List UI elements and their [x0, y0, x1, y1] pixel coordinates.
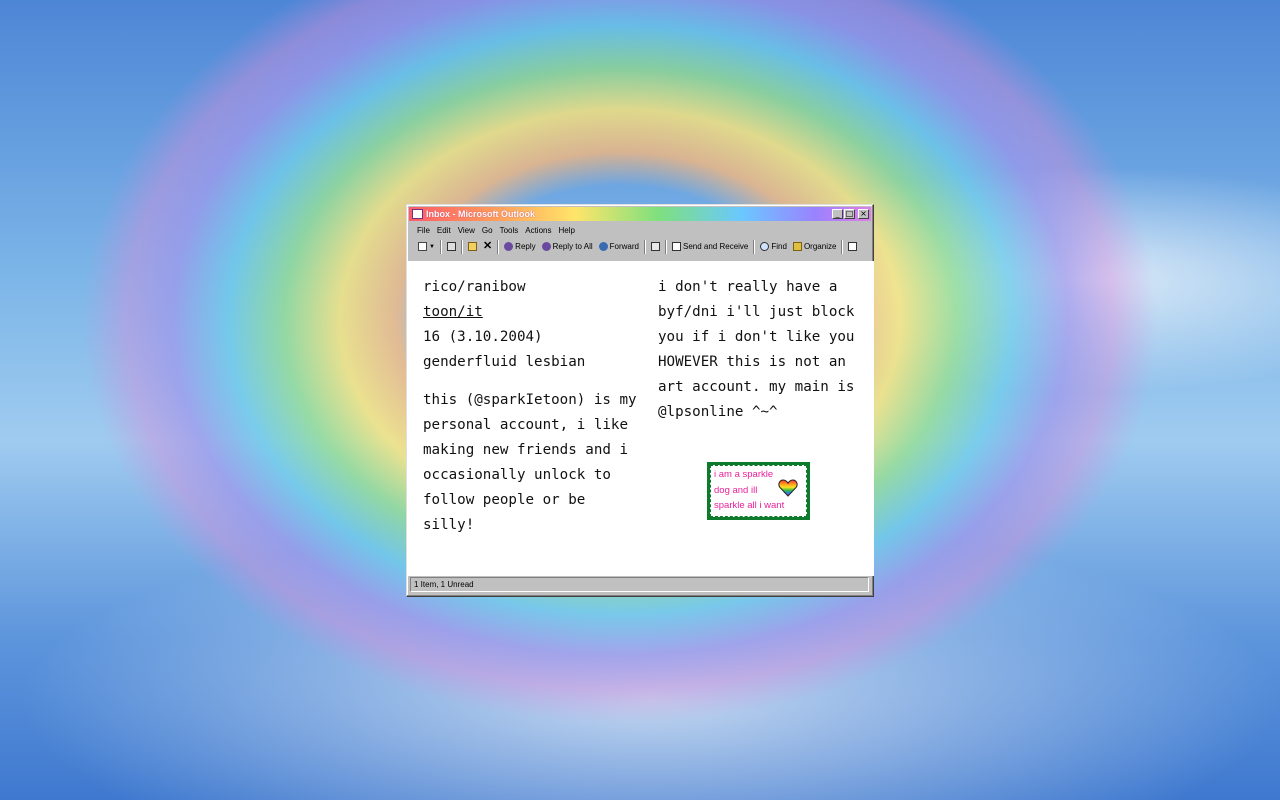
- find-label: Find: [771, 242, 787, 251]
- bio-paragraph-main: HOWEVER this is not an art account. my m…: [658, 354, 855, 420]
- sparkle-dog-stamp: i am a sparkle dog and ill sparkle all i…: [707, 462, 810, 520]
- menu-help[interactable]: Help: [558, 226, 574, 235]
- stamp-line-3: sparkle all i want: [714, 500, 785, 511]
- organize-icon: [792, 242, 802, 251]
- new-mail-icon: [418, 242, 427, 251]
- reply-label: Reply: [515, 242, 536, 251]
- rainbow-heart-icon: [778, 479, 798, 497]
- menu-view[interactable]: View: [458, 226, 475, 235]
- toolbar-separator: [665, 239, 667, 254]
- bio-name: rico/ranibow: [423, 279, 526, 295]
- move-to-folder-button[interactable]: [465, 239, 480, 254]
- send-receive-label: Send and Receive: [683, 242, 749, 251]
- send-receive-button[interactable]: Send and Receive: [669, 239, 751, 254]
- help-button[interactable]: [845, 239, 860, 254]
- title-bar[interactable]: Inbox - Microsoft Outlook _ □ ×: [409, 207, 871, 221]
- reply-all-label: Reply to All: [552, 242, 593, 251]
- menu-file[interactable]: File: [417, 226, 430, 235]
- window-title: Inbox - Microsoft Outlook: [426, 209, 535, 219]
- forward-icon: [598, 242, 608, 251]
- bio-link[interactable]: toon/it: [423, 300, 638, 325]
- toolbar-separator: [439, 239, 442, 254]
- bio-left-column: rico/ranibow toon/it 16 (3.10.2004) gend…: [423, 275, 638, 538]
- organize-label: Organize: [803, 242, 837, 251]
- toolbar-separator: [497, 239, 500, 254]
- organize-button[interactable]: Organize: [790, 239, 839, 254]
- find-button[interactable]: Find: [757, 239, 790, 254]
- stamp-inner: i am a sparkle dog and ill sparkle all i…: [710, 465, 807, 517]
- maximize-button[interactable]: □: [844, 209, 855, 219]
- reply-button[interactable]: Reply: [501, 239, 538, 254]
- address-book-icon: [651, 242, 660, 251]
- print-icon: [446, 242, 456, 251]
- reply-all-button[interactable]: Reply to All: [539, 239, 596, 254]
- reply-all-icon: [541, 242, 551, 251]
- reply-icon: [504, 242, 514, 251]
- status-bar: 1 Item, 1 Unread: [410, 577, 869, 592]
- outlook-window: Inbox - Microsoft Outlook _ □ × File Edi…: [406, 204, 874, 597]
- toolbar-separator: [841, 239, 844, 254]
- menu-edit[interactable]: Edit: [437, 226, 451, 235]
- bio-paragraph-dni: i don't really have a byf/dni i'll just …: [658, 279, 855, 345]
- menu-go[interactable]: Go: [482, 226, 493, 235]
- print-button[interactable]: [444, 239, 459, 254]
- bio-identity: genderfluid lesbian: [423, 354, 586, 370]
- delete-button[interactable]: ✕: [480, 239, 495, 254]
- message-pane: rico/ranibow toon/it 16 (3.10.2004) gend…: [408, 261, 874, 576]
- bio-age: 16 (3.10.2004): [423, 329, 543, 345]
- menu-tools[interactable]: Tools: [500, 226, 519, 235]
- bio-right-column: i don't really have a byf/dni i'll just …: [658, 275, 868, 425]
- address-book-button[interactable]: [648, 239, 663, 254]
- send-receive-icon: [672, 242, 681, 251]
- forward-button[interactable]: Forward: [596, 239, 642, 254]
- window-controls: _ □ ×: [832, 209, 869, 219]
- outlook-app-icon: [412, 209, 423, 219]
- toolbar-separator: [644, 239, 646, 254]
- dropdown-arrow-icon[interactable]: ▼: [429, 244, 435, 250]
- new-mail-button[interactable]: ▼: [415, 239, 438, 254]
- minimize-button[interactable]: _: [832, 209, 843, 219]
- menu-actions[interactable]: Actions: [525, 226, 551, 235]
- forward-label: Forward: [609, 242, 639, 251]
- bio-paragraph-personal: this (@sparkIetoon) is my personal accou…: [423, 392, 637, 533]
- folder-icon: [467, 242, 477, 251]
- toolbar-separator: [753, 239, 756, 254]
- close-button[interactable]: ×: [858, 209, 869, 219]
- delete-icon: ✕: [482, 240, 493, 252]
- find-icon: [760, 242, 770, 251]
- menu-bar: File Edit View Go Tools Actions Help: [417, 223, 575, 237]
- toolbar: ▼ ✕ Reply Reply to All Forward Send and …: [415, 238, 869, 255]
- help-icon: [848, 242, 858, 251]
- toolbar-separator: [460, 239, 463, 254]
